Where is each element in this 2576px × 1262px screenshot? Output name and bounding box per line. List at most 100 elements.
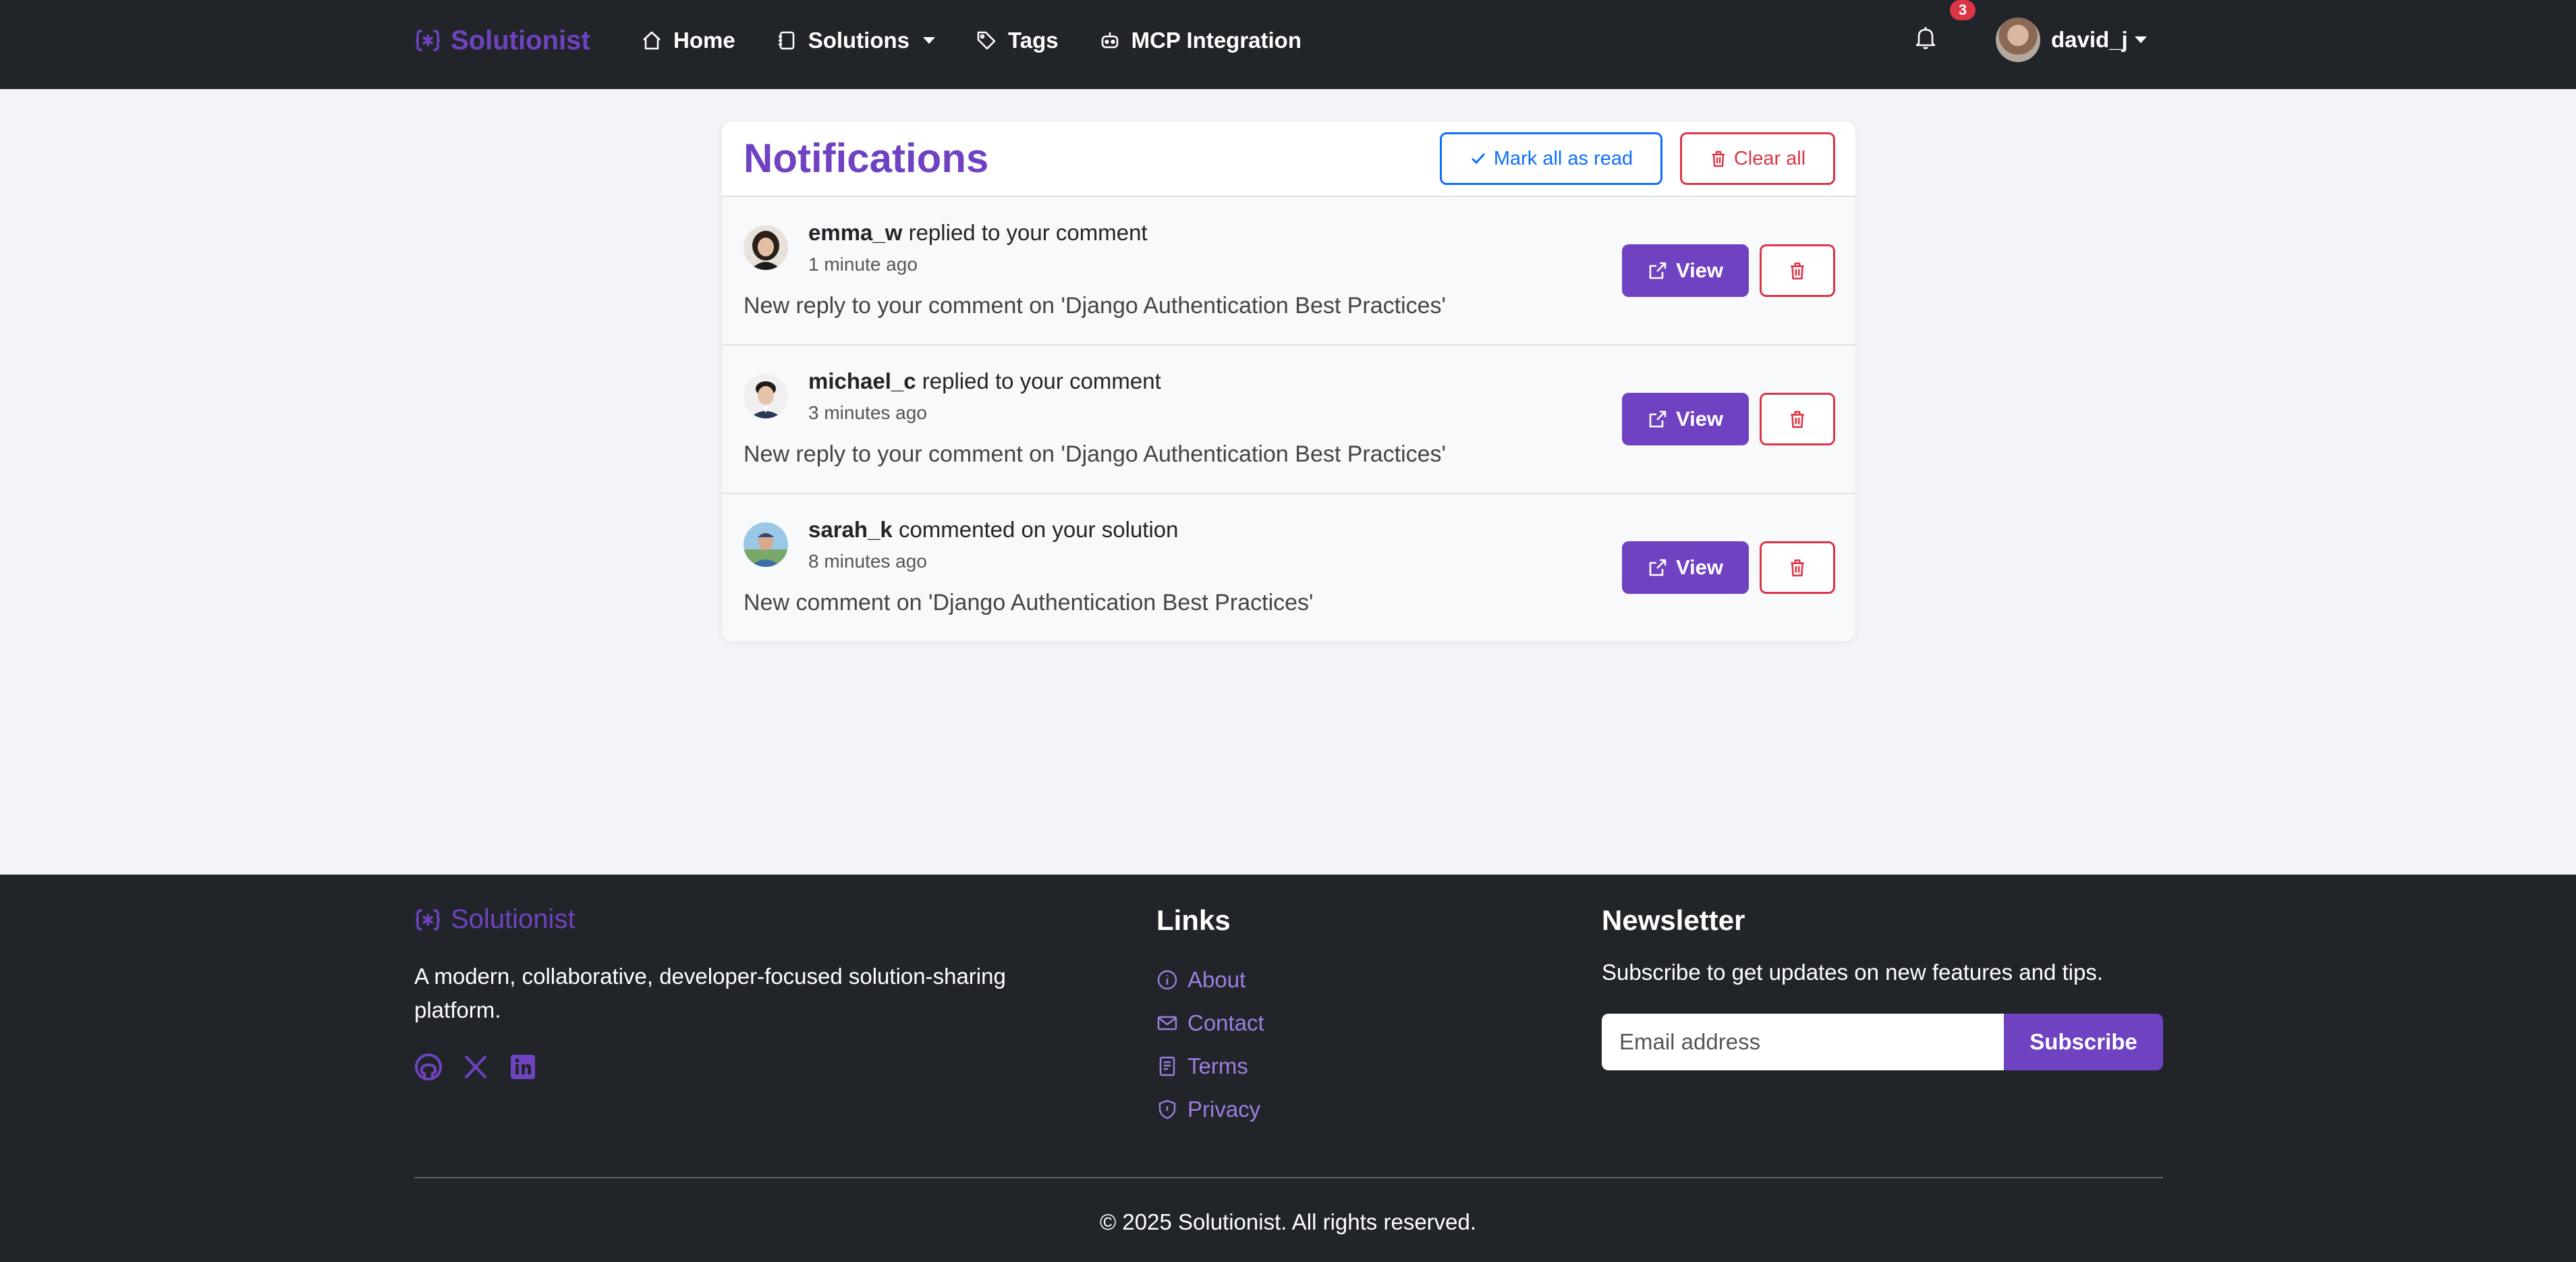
nav-tags-label: Tags [1008, 28, 1059, 53]
notification-user: michael_c [808, 368, 916, 393]
notification-time: 1 minute ago [808, 254, 918, 275]
user-photo [744, 225, 788, 270]
card-header: Notifications Mark all as read Clear all [722, 121, 1855, 197]
newsletter-heading: Newsletter [1602, 904, 1745, 936]
nav-home-label: Home [673, 28, 735, 53]
username: david_j [2051, 27, 2128, 52]
footer-link-about[interactable]: About [1156, 958, 1264, 1002]
page-title: Notifications [744, 136, 989, 181]
footer-description: A modern, collaborative, developer-focus… [414, 964, 1006, 1022]
brackets-icon [415, 908, 441, 931]
clear-all-label: Clear all [1733, 147, 1806, 169]
envelope-icon [1157, 1016, 1177, 1031]
external-link-icon [1649, 559, 1667, 576]
notification-message: New reply to your comment on 'Django Aut… [744, 293, 1447, 319]
notifications-card: Notifications Mark all as read Clear all [722, 121, 1855, 641]
chevron-down-icon [923, 37, 936, 44]
delete-notification-button[interactable] [1760, 541, 1835, 594]
delete-notification-button[interactable] [1760, 244, 1835, 297]
top-navbar: Solutionist Home Solutions Tags MCP Inte… [0, 0, 2576, 89]
view-label: View [1675, 258, 1724, 282]
chevron-down-icon [2134, 36, 2147, 43]
avatar [744, 374, 788, 418]
notification-title: sarah_k commented on your solution [808, 517, 1179, 543]
footer: Solutionist A modern, collaborative, dev… [0, 875, 2576, 1262]
footer-brand-name: Solutionist [451, 904, 576, 934]
home-icon [643, 31, 661, 50]
footer-link-label: About [1187, 967, 1246, 992]
notification-message: New comment on 'Django Authentication Be… [744, 590, 1314, 615]
footer-brand: Solutionist [414, 904, 576, 935]
nav-tags[interactable]: Tags [976, 28, 1059, 53]
footer-link-label: Contact [1187, 1010, 1264, 1035]
trash-icon [1791, 559, 1804, 577]
shield-icon [1158, 1099, 1176, 1120]
notification-user: emma_w [808, 220, 903, 245]
view-label: View [1675, 407, 1724, 431]
trash-icon [1791, 410, 1804, 429]
notifications-bell[interactable] [1912, 24, 1942, 54]
delete-notification-button[interactable] [1760, 393, 1835, 445]
nav-solutions[interactable]: Solutions [776, 28, 936, 53]
document-icon [1159, 1056, 1175, 1076]
clear-all-button[interactable]: Clear all [1680, 132, 1835, 185]
brackets-icon [415, 30, 441, 51]
avatar [1996, 18, 2040, 62]
subscribe-button[interactable]: Subscribe [2004, 1014, 2163, 1070]
view-button[interactable]: View [1622, 393, 1749, 445]
notification-count-badge: 3 [1950, 0, 1976, 20]
nav-mcp-label: MCP Integration [1131, 28, 1301, 53]
user-menu[interactable]: david_j [1996, 18, 2147, 62]
x-link[interactable] [461, 1053, 490, 1085]
bell-icon [1915, 27, 1936, 49]
x-icon [464, 1055, 487, 1079]
nav-solutions-label: Solutions [808, 28, 910, 53]
check-icon [1472, 153, 1485, 165]
info-icon [1157, 970, 1177, 990]
email-field[interactable] [1602, 1014, 2004, 1070]
newsletter-text: Subscribe to get updates on new features… [1602, 960, 2103, 985]
notification-action: replied to your comment [908, 220, 1148, 245]
notification-user: sarah_k [808, 517, 893, 542]
brand-name: Solutionist [451, 25, 590, 55]
notification-item: sarah_k commented on your solution 8 min… [722, 494, 1855, 641]
avatar [744, 225, 788, 270]
brand-link[interactable]: Solutionist [414, 20, 590, 61]
linkedin-link[interactable] [509, 1053, 537, 1085]
social-links [414, 1053, 537, 1085]
footer-link-privacy[interactable]: Privacy [1156, 1088, 1264, 1131]
notification-action: replied to your comment [922, 368, 1161, 393]
copyright: © 2025 Solutionist. All rights reserved. [1099, 1209, 1477, 1234]
nav-links: Home Solutions Tags MCP Integration [641, 20, 1301, 61]
footer-link-contact[interactable]: Contact [1156, 1002, 1264, 1045]
mark-all-read-label: Mark all as read [1493, 147, 1633, 169]
footer-links: About Contact Terms Privacy [1156, 958, 1264, 1131]
trash-icon [1791, 262, 1804, 280]
notification-action: commented on your solution [898, 517, 1179, 542]
view-button[interactable]: View [1622, 244, 1749, 297]
github-icon [415, 1053, 442, 1080]
view-button[interactable]: View [1622, 541, 1749, 594]
notification-time: 3 minutes ago [808, 402, 927, 423]
mark-all-read-button[interactable]: Mark all as read [1440, 132, 1662, 185]
journal-icon [778, 31, 794, 50]
github-link[interactable] [414, 1053, 443, 1085]
links-heading: Links [1156, 904, 1231, 936]
trash-icon [1712, 150, 1725, 167]
notification-message: New reply to your comment on 'Django Aut… [744, 441, 1447, 467]
footer-link-terms[interactable]: Terms [1156, 1045, 1264, 1088]
footer-link-label: Privacy [1187, 1097, 1261, 1122]
linkedin-icon [511, 1055, 535, 1079]
nav-home[interactable]: Home [641, 28, 735, 53]
notification-title: emma_w replied to your comment [808, 220, 1148, 246]
nav-mcp-integration[interactable]: MCP Integration [1099, 28, 1301, 53]
user-photo [744, 522, 788, 567]
tag-icon [977, 31, 996, 50]
user-photo [744, 374, 788, 418]
footer-divider [414, 1177, 2163, 1178]
avatar [744, 522, 788, 567]
notification-title: michael_c replied to your comment [808, 368, 1161, 394]
notification-time: 8 minutes ago [808, 551, 927, 572]
robot-icon [1101, 32, 1118, 49]
notification-item: emma_w replied to your comment 1 minute … [722, 197, 1855, 346]
